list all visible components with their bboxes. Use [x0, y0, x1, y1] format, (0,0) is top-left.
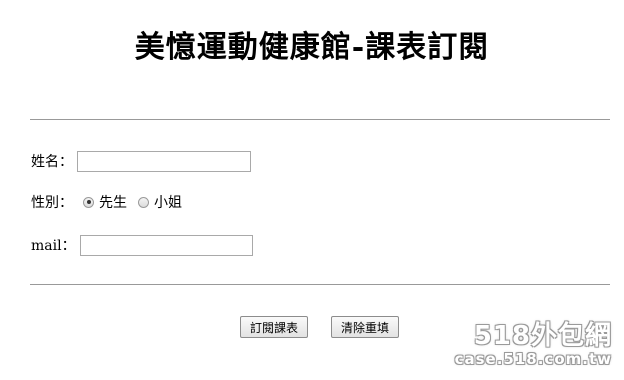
- radio-mr[interactable]: [83, 196, 94, 208]
- name-row: 姓名：: [31, 149, 251, 173]
- bottom-divider: [30, 284, 610, 285]
- radio-mr-label[interactable]: 先生: [99, 192, 127, 212]
- name-input[interactable]: [77, 150, 251, 172]
- watermark-logo: 518外包網 case.518.com.tw: [455, 322, 612, 368]
- radio-ms[interactable]: [138, 196, 149, 208]
- name-label: 姓名：: [31, 154, 73, 170]
- mail-input[interactable]: [79, 234, 253, 256]
- subscribe-button[interactable]: 訂閱課表: [240, 316, 308, 338]
- reset-button[interactable]: 清除重填: [331, 316, 399, 338]
- page-title: 美憶運動健康館-課表訂閱: [134, 30, 490, 65]
- mail-row: mail：: [31, 233, 253, 257]
- mail-label: mail：: [31, 238, 76, 254]
- radio-ms-label[interactable]: 小姐: [154, 192, 182, 212]
- gender-row: 性別： 先生 小姐: [31, 190, 186, 214]
- gender-label: 性別：: [31, 195, 73, 211]
- watermark-sub-text: case.518.com.tw: [454, 350, 612, 368]
- watermark-main-text: 518外包網: [473, 321, 612, 351]
- top-divider: [30, 119, 610, 120]
